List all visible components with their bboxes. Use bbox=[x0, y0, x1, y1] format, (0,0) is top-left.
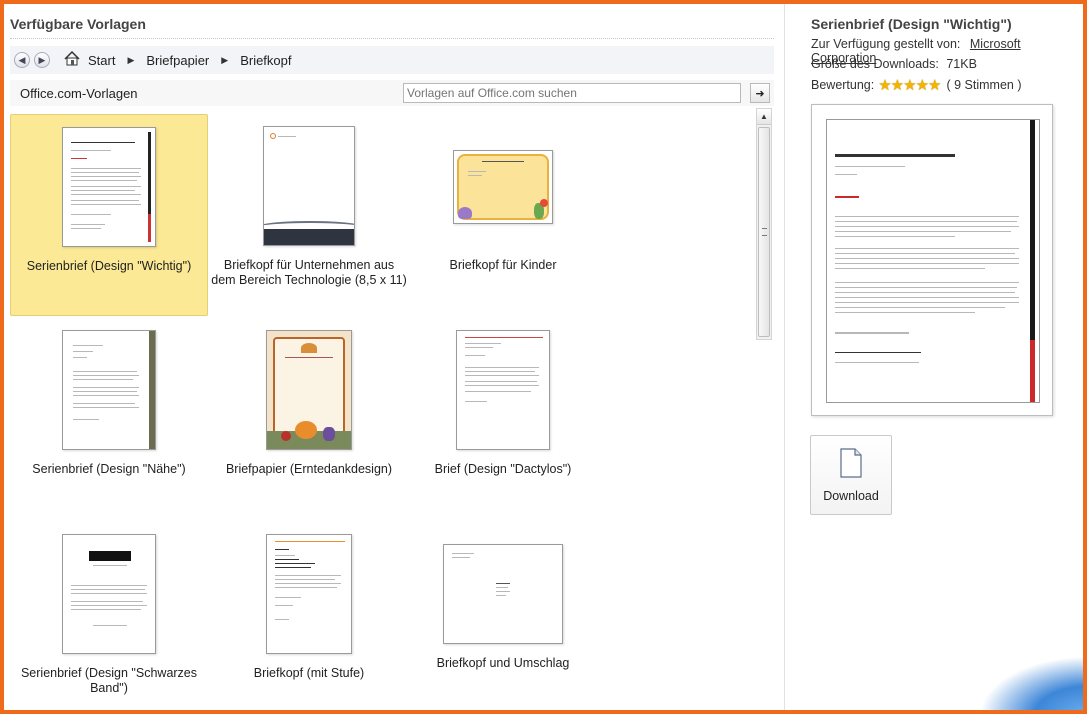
back-arrow-icon[interactable]: ◀ bbox=[14, 52, 30, 68]
home-icon[interactable] bbox=[64, 50, 80, 69]
breadcrumb-briefkopf[interactable]: Briefkopf bbox=[240, 53, 291, 68]
template-thumbnail bbox=[266, 534, 352, 654]
preview-page bbox=[826, 119, 1040, 403]
new-document-window: Verfügbare Vorlagen ◀ ▶ Start ▶ Briefpap… bbox=[4, 4, 1083, 710]
template-thumbnail bbox=[62, 534, 156, 654]
detail-title: Serienbrief (Design "Wichtig") bbox=[811, 16, 1012, 32]
forward-arrow-icon[interactable]: ▶ bbox=[34, 52, 50, 68]
template-label: Serienbrief (Design "Nähe") bbox=[32, 462, 186, 476]
template-item-briefkopf-technologie[interactable]: Briefkopf für Unternehmen aus dem Bereic… bbox=[210, 114, 408, 316]
template-item-briefpapier-erntedank[interactable]: Briefpapier (Erntedankdesign) bbox=[210, 320, 408, 510]
template-thumbnail bbox=[443, 544, 563, 644]
template-label: Briefpapier (Erntedankdesign) bbox=[225, 462, 393, 476]
template-label: Serienbrief (Design "Schwarzes Band") bbox=[20, 666, 198, 695]
template-thumbnail bbox=[62, 330, 156, 450]
office-templates-bar: Office.com-Vorlagen ➜ bbox=[10, 80, 774, 106]
scroll-up-arrow-icon[interactable]: ▲ bbox=[757, 109, 771, 125]
download-label: Download bbox=[823, 489, 879, 503]
template-item-brief-dactylos[interactable]: Brief (Design "Dactylos") bbox=[404, 320, 602, 510]
rating-row: Bewertung: ★★★★★ ( 9 Stimmen ) bbox=[811, 76, 1022, 94]
available-templates-panel: Verfügbare Vorlagen ◀ ▶ Start ▶ Briefpap… bbox=[4, 4, 782, 710]
template-thumbnail bbox=[263, 126, 355, 246]
download-button[interactable]: Download bbox=[810, 435, 892, 515]
template-label: Briefkopf und Umschlag bbox=[436, 656, 570, 670]
panel-heading: Verfügbare Vorlagen bbox=[10, 16, 146, 32]
breadcrumb-start[interactable]: Start bbox=[88, 53, 115, 68]
template-thumbnail bbox=[453, 150, 553, 224]
template-item-serienbrief-wichtig[interactable]: Serienbrief (Design "Wichtig") bbox=[10, 114, 208, 316]
rating-votes: ( 9 Stimmen ) bbox=[946, 78, 1022, 92]
chevron-right-icon[interactable]: ▶ bbox=[221, 55, 228, 66]
rating-label: Bewertung: bbox=[811, 78, 875, 92]
breadcrumb-briefpapier[interactable]: Briefpapier bbox=[146, 53, 209, 68]
divider bbox=[10, 38, 774, 39]
template-label: Brief (Design "Dactylos") bbox=[434, 462, 572, 476]
size-label: Größe des Downloads: bbox=[811, 57, 939, 71]
rating-stars-icon[interactable]: ★★★★★ bbox=[878, 76, 941, 94]
template-item-briefkopf-umschlag[interactable]: Briefkopf und Umschlag bbox=[404, 520, 602, 710]
template-label: Briefkopf (mit Stufe) bbox=[253, 666, 365, 680]
template-label: Serienbrief (Design "Wichtig") bbox=[26, 259, 192, 273]
download-size-row: Größe des Downloads: 71KB bbox=[811, 57, 977, 71]
provider-label: Zur Verfügung gestellt von: bbox=[811, 37, 961, 51]
scrollbar-thumb[interactable] bbox=[758, 127, 770, 337]
search-input[interactable] bbox=[403, 83, 741, 103]
template-grid: Serienbrief (Design "Wichtig") Briefkopf… bbox=[4, 108, 754, 710]
template-label: Briefkopf für Kinder bbox=[449, 258, 557, 272]
document-icon bbox=[840, 448, 862, 478]
size-value: 71KB bbox=[946, 57, 977, 71]
template-item-briefkopf-kinder[interactable]: Briefkopf für Kinder bbox=[404, 114, 602, 316]
template-thumbnail bbox=[266, 330, 352, 450]
taskbar-glow bbox=[979, 656, 1083, 710]
template-details-panel: Serienbrief (Design "Wichtig") Zur Verfü… bbox=[785, 4, 1083, 710]
breadcrumb: ◀ ▶ Start ▶ Briefpapier ▶ Briefkopf bbox=[10, 46, 774, 74]
template-item-serienbrief-naehe[interactable]: Serienbrief (Design "Nähe") bbox=[10, 320, 208, 510]
office-templates-label: Office.com-Vorlagen bbox=[20, 85, 138, 101]
template-label: Briefkopf für Unternehmen aus dem Bereic… bbox=[211, 258, 407, 287]
template-preview bbox=[811, 104, 1053, 416]
template-item-serienbrief-schwarzes-band[interactable]: Serienbrief (Design "Schwarzes Band") bbox=[10, 520, 208, 710]
template-item-briefkopf-mit-stufe[interactable]: Briefkopf (mit Stufe) bbox=[210, 520, 408, 710]
search-go-arrow-icon[interactable]: ➜ bbox=[750, 83, 770, 103]
chevron-right-icon[interactable]: ▶ bbox=[127, 55, 134, 66]
template-thumbnail bbox=[456, 330, 550, 450]
template-thumbnail bbox=[62, 127, 156, 247]
template-grid-scrollbar[interactable]: ▲ bbox=[756, 108, 772, 340]
